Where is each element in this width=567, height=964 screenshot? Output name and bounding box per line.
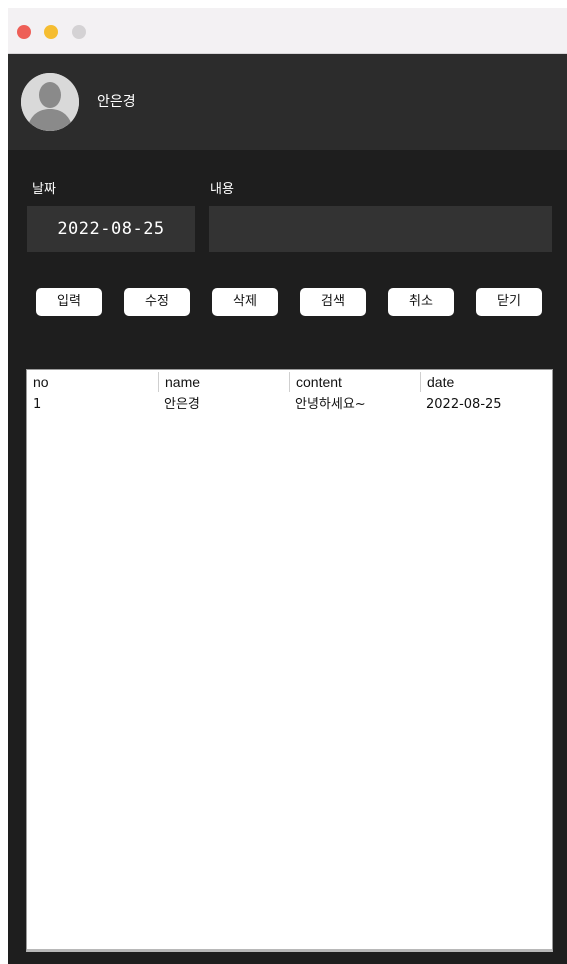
minimize-window-icon[interactable]	[44, 25, 58, 39]
column-header-name[interactable]: name	[158, 372, 289, 392]
search-button[interactable]: 검색	[300, 288, 366, 316]
content-label: 내용	[210, 182, 234, 197]
table-cell-date: 2022-08-25	[426, 397, 502, 412]
table-cell-content: 안녕하세요~	[295, 397, 366, 412]
edit-button[interactable]: 수정	[124, 288, 190, 316]
username: 안은경	[97, 94, 136, 110]
default-user-icon	[21, 73, 79, 131]
date-label: 날짜	[32, 182, 56, 197]
records-table[interactable]: no name content date 1 안은경 안녕하세요~ 2022-0…	[26, 369, 553, 952]
table-cell-no: 1	[33, 397, 42, 412]
insert-button[interactable]: 입력	[36, 288, 102, 316]
column-header-content[interactable]: content	[289, 372, 420, 392]
date-field[interactable]	[27, 206, 195, 252]
table-header-row: no name content date	[27, 372, 552, 392]
title-bar	[8, 8, 567, 54]
maximize-window-icon[interactable]	[72, 25, 86, 39]
delete-button[interactable]: 삭제	[212, 288, 278, 316]
app-window: 안은경 날짜 내용 입력 수정 삭제 검색 취소 닫기 no name cont…	[8, 8, 567, 964]
profile-header: 안은경	[8, 54, 567, 150]
content-field[interactable]	[209, 206, 552, 252]
column-header-no[interactable]: no	[27, 372, 158, 392]
cancel-button[interactable]: 취소	[388, 288, 454, 316]
table-row[interactable]: 1 안은경 안녕하세요~ 2022-08-25	[27, 396, 552, 416]
column-header-date[interactable]: date	[420, 372, 552, 392]
table-cell-name: 안은경	[164, 397, 200, 412]
close-button[interactable]: 닫기	[476, 288, 542, 316]
close-window-icon[interactable]	[17, 25, 31, 39]
avatar	[21, 73, 79, 131]
